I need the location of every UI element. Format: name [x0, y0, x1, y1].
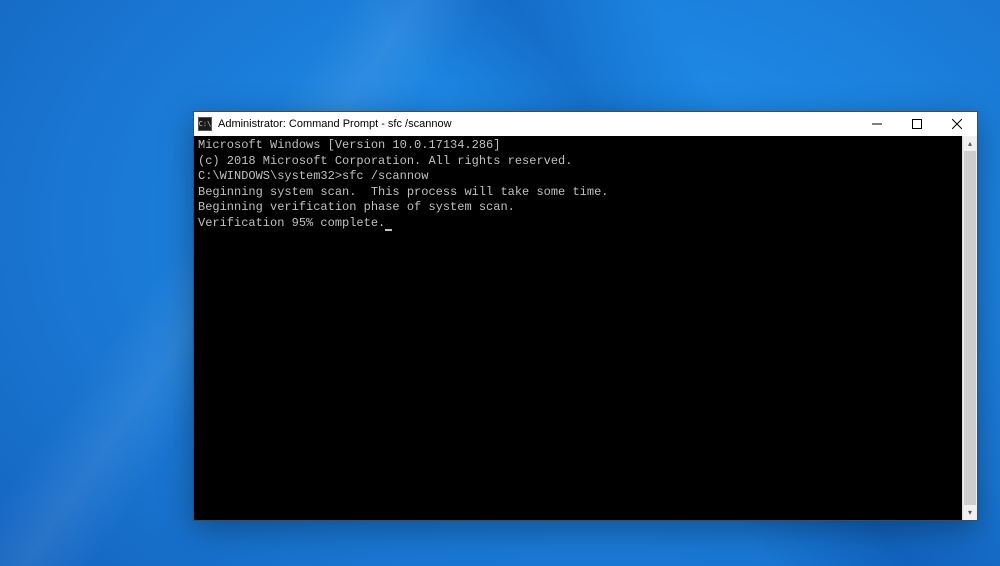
vertical-scrollbar[interactable]: ▴ ▾ [962, 136, 977, 520]
minimize-icon [872, 119, 882, 129]
scroll-track[interactable] [963, 151, 977, 505]
scroll-up-arrow-icon[interactable]: ▴ [963, 136, 977, 151]
output-line: Beginning system scan. This process will… [198, 185, 958, 201]
text-cursor [385, 229, 392, 231]
output-line: (c) 2018 Microsoft Corporation. All righ… [198, 154, 958, 170]
window-controls [857, 112, 977, 136]
scroll-down-arrow-icon[interactable]: ▾ [963, 505, 977, 520]
minimize-button[interactable] [857, 112, 897, 136]
cmd-icon: C:\ [198, 117, 212, 131]
close-button[interactable] [937, 112, 977, 136]
output-line: Verification 95% complete. [198, 216, 958, 232]
output-line: C:\WINDOWS\system32>sfc /scannow [198, 169, 958, 185]
maximize-button[interactable] [897, 112, 937, 136]
window-title: Administrator: Command Prompt - sfc /sca… [218, 118, 452, 130]
output-line: Beginning verification phase of system s… [198, 200, 958, 216]
close-icon [952, 119, 962, 129]
output-line: Microsoft Windows [Version 10.0.17134.28… [198, 138, 958, 154]
titlebar[interactable]: C:\ Administrator: Command Prompt - sfc … [194, 112, 977, 136]
terminal-output[interactable]: Microsoft Windows [Version 10.0.17134.28… [194, 136, 962, 520]
maximize-icon [912, 119, 922, 129]
command-prompt-window: C:\ Administrator: Command Prompt - sfc … [193, 111, 978, 521]
scroll-thumb[interactable] [964, 151, 976, 505]
terminal-area: Microsoft Windows [Version 10.0.17134.28… [194, 136, 977, 520]
